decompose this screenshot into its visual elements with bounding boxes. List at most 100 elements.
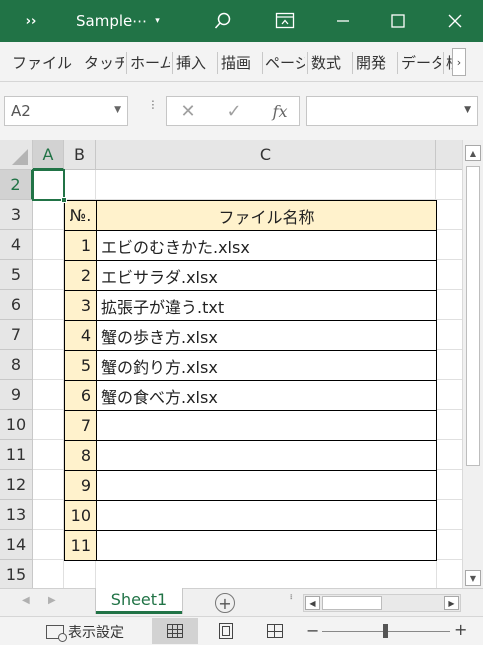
zoom-slider-thumb[interactable]: [383, 624, 388, 638]
cell-a15[interactable]: [33, 560, 64, 588]
formula-bar-resize-handle[interactable]: ···: [144, 99, 160, 109]
cell-b15[interactable]: [64, 561, 96, 588]
table-row-filename[interactable]: 蟹の食べ方.xlsx: [96, 380, 437, 411]
tab-data[interactable]: データ: [401, 42, 441, 81]
column-header-a[interactable]: A: [33, 140, 64, 170]
cell-d6[interactable]: [437, 290, 462, 320]
tab-draw[interactable]: 描画: [221, 42, 261, 81]
row-header-3[interactable]: 3: [0, 200, 33, 230]
row-header-14[interactable]: 14: [0, 530, 33, 560]
sheet-tab-sheet1[interactable]: Sheet1: [96, 588, 182, 614]
close-icon[interactable]: [440, 0, 470, 42]
row-header-7[interactable]: 7: [0, 320, 33, 350]
vertical-scrollbar[interactable]: ▲ ▼: [462, 140, 483, 588]
quick-access-overflow-button[interactable]: ››: [18, 0, 44, 42]
row-header-5[interactable]: 5: [0, 260, 33, 290]
ribbon-scroll-right-button[interactable]: ›: [452, 48, 466, 76]
tab-touch[interactable]: タッチ: [84, 42, 124, 81]
table-row-no[interactable]: 7: [64, 410, 97, 441]
table-row-no[interactable]: 8: [64, 440, 97, 471]
cell-d7[interactable]: [437, 320, 462, 350]
search-icon[interactable]: [208, 0, 238, 42]
tab-file[interactable]: ファイル: [12, 42, 74, 81]
row-header-2[interactable]: 2: [0, 170, 33, 200]
scroll-up-icon[interactable]: ▲: [465, 145, 481, 161]
cancel-icon[interactable]: ✕: [173, 97, 203, 125]
cell-d4[interactable]: [437, 230, 462, 260]
display-settings-button[interactable]: 表示設定: [46, 617, 124, 645]
tab-developer[interactable]: 開発: [356, 42, 396, 81]
table-row-no[interactable]: 11: [64, 530, 97, 561]
document-title[interactable]: Sample⋯ ▾: [76, 0, 176, 42]
column-header-d[interactable]: [436, 140, 462, 170]
tab-split-handle[interactable]: ···: [284, 593, 298, 598]
cell-a7[interactable]: [33, 320, 64, 350]
row-header-12[interactable]: 12: [0, 470, 33, 500]
table-row-filename[interactable]: 拡張子が違う.txt: [96, 290, 437, 321]
cell-d8[interactable]: [437, 350, 462, 380]
tab-insert[interactable]: 挿入: [176, 42, 216, 81]
table-row-filename[interactable]: エビのむきかた.xlsx: [96, 230, 437, 261]
add-sheet-icon[interactable]: +: [215, 593, 235, 613]
cell-a8[interactable]: [33, 350, 64, 380]
vertical-scroll-thumb[interactable]: [466, 166, 480, 466]
cell-d11[interactable]: [437, 440, 462, 470]
cell-a3[interactable]: [33, 200, 64, 230]
cell-a9[interactable]: [33, 380, 64, 410]
table-row-no[interactable]: 6: [64, 380, 97, 411]
scroll-left-icon[interactable]: ◀: [305, 596, 320, 610]
row-header-11[interactable]: 11: [0, 440, 33, 470]
table-row-no[interactable]: 3: [64, 290, 97, 321]
cell-d15[interactable]: [437, 561, 462, 588]
scroll-down-icon[interactable]: ▼: [465, 570, 481, 586]
cell-d2[interactable]: [436, 170, 462, 200]
table-row-filename[interactable]: [96, 410, 437, 441]
cell-c2[interactable]: [96, 170, 436, 200]
cell-a11[interactable]: [33, 440, 64, 470]
row-header-10[interactable]: 10: [0, 410, 33, 440]
table-row-filename[interactable]: 蟹の釣り方.xlsx: [96, 350, 437, 381]
table-row-no[interactable]: 10: [64, 500, 97, 531]
sheet-next-icon[interactable]: ▶: [48, 595, 56, 606]
cell-d3[interactable]: [437, 200, 462, 230]
row-header-8[interactable]: 8: [0, 350, 33, 380]
table-row-no[interactable]: 4: [64, 320, 97, 351]
normal-view-button[interactable]: [152, 618, 198, 644]
column-header-c[interactable]: C: [96, 140, 436, 170]
tab-page-layout[interactable]: ページ: [265, 42, 305, 81]
sheet-prev-icon[interactable]: ◀: [22, 595, 30, 606]
insert-function-button[interactable]: fx: [265, 97, 295, 125]
fill-handle[interactable]: [61, 197, 67, 203]
cell-d12[interactable]: [437, 470, 462, 500]
table-row-no[interactable]: 9: [64, 470, 97, 501]
tab-home[interactable]: ホーム: [130, 42, 170, 81]
table-row-filename[interactable]: [96, 470, 437, 501]
cell-d10[interactable]: [437, 410, 462, 440]
cell-a6[interactable]: [33, 290, 64, 320]
horizontal-scroll-thumb[interactable]: [322, 596, 382, 610]
cell-c15[interactable]: [96, 561, 437, 588]
ribbon-display-icon[interactable]: [270, 0, 300, 42]
cell-d5[interactable]: [437, 260, 462, 290]
cell-d14[interactable]: [437, 530, 462, 560]
page-layout-view-button[interactable]: [203, 618, 249, 644]
table-row-filename[interactable]: [96, 440, 437, 471]
table-row-no[interactable]: 2: [64, 260, 97, 291]
page-break-view-button[interactable]: [252, 618, 298, 644]
maximize-icon[interactable]: [383, 0, 413, 42]
select-all-button[interactable]: [0, 140, 33, 170]
column-header-b[interactable]: B: [64, 140, 96, 170]
row-header-9[interactable]: 9: [0, 380, 33, 410]
table-header-no[interactable]: №.: [64, 200, 97, 231]
table-row-filename[interactable]: [96, 500, 437, 531]
cell-d13[interactable]: [437, 500, 462, 530]
cell-a13[interactable]: [33, 500, 64, 530]
row-header-15[interactable]: 15: [0, 560, 33, 588]
table-header-filename[interactable]: ファイル名称: [96, 200, 437, 231]
table-row-no[interactable]: 1: [64, 230, 97, 261]
cell-b2[interactable]: [64, 170, 96, 200]
zoom-out-button[interactable]: −: [306, 621, 319, 640]
name-box[interactable]: A2 ▼: [4, 96, 128, 126]
row-header-13[interactable]: 13: [0, 500, 33, 530]
cell-a14[interactable]: [33, 530, 64, 560]
